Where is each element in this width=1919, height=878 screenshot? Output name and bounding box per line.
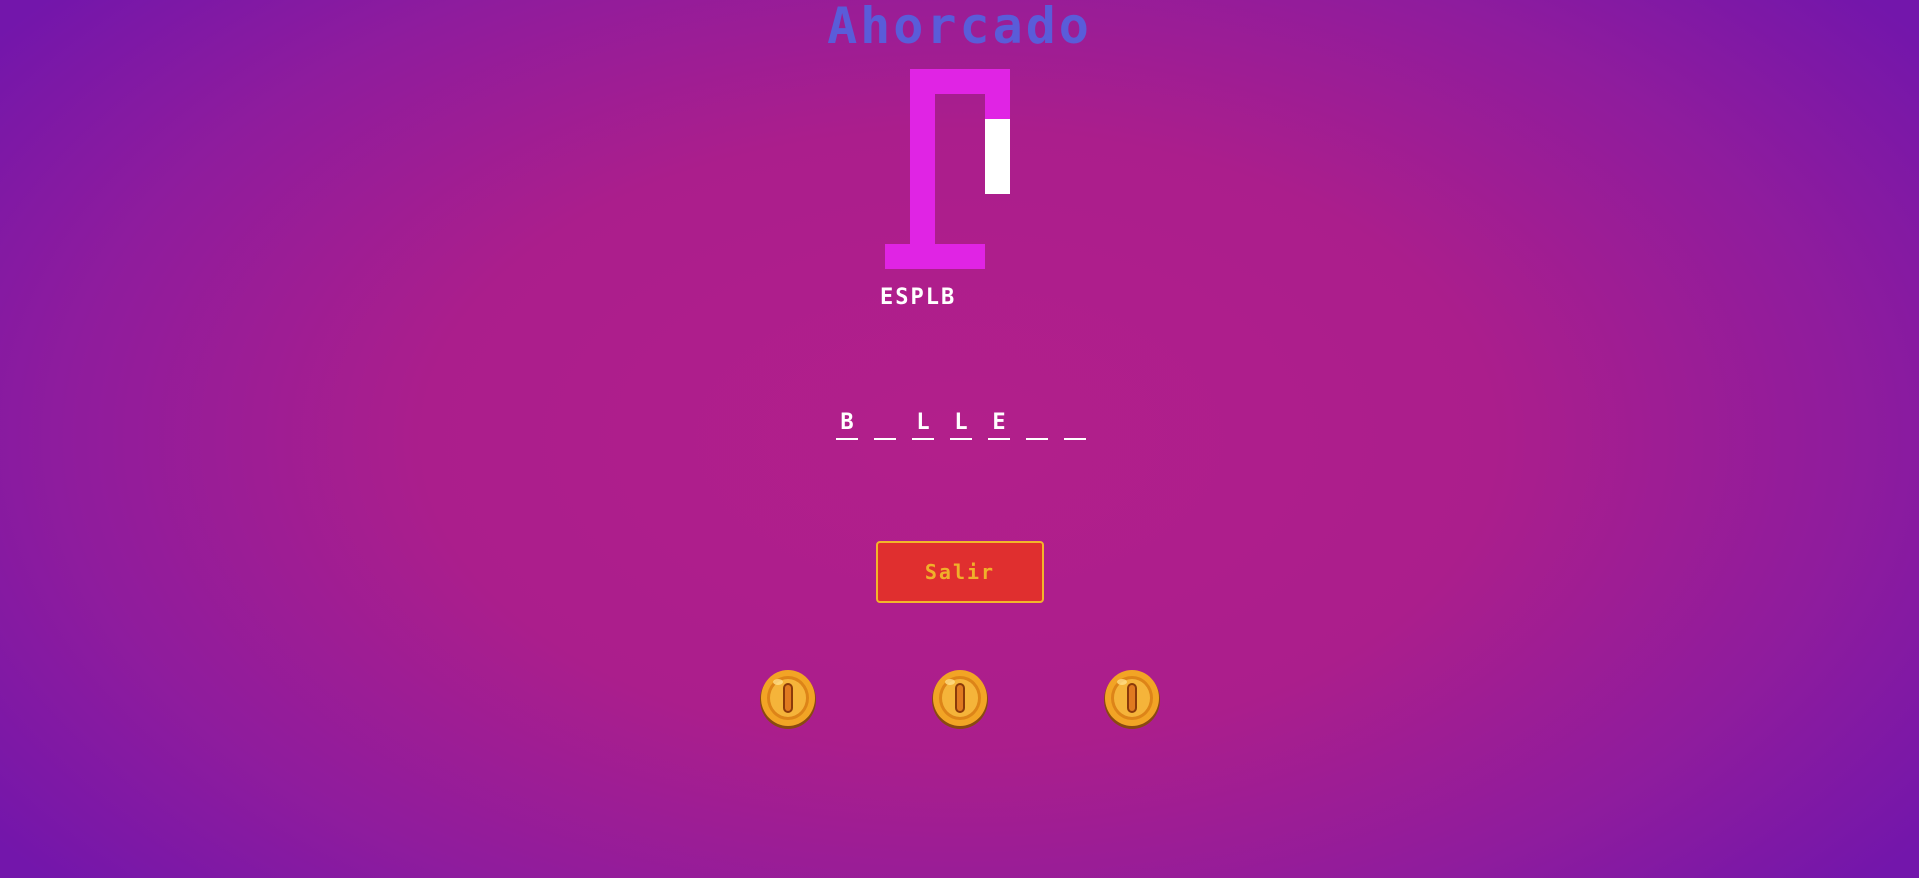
coin-icon-graphic: [760, 670, 816, 729]
letter-slot: B: [836, 408, 858, 440]
coin-row: [0, 668, 1919, 732]
letter-slot: L: [950, 408, 972, 440]
letter-slot: [874, 408, 896, 440]
coin-icon[interactable]: [930, 668, 990, 730]
game-title: Ahorcado: [827, 0, 1092, 55]
coin-icon[interactable]: [1102, 668, 1162, 730]
coin-icon-graphic: [1104, 670, 1160, 729]
letter-slot: L: [912, 408, 934, 440]
gallows-base: [885, 244, 985, 269]
gallows-hook: [985, 94, 1010, 119]
letter-slot: E: [988, 408, 1010, 440]
coin-icon[interactable]: [758, 668, 818, 730]
exit-button[interactable]: Salir: [876, 541, 1044, 603]
coin-icon-graphic: [932, 670, 988, 729]
gallows-rope: [985, 119, 1010, 194]
hidden-word: B L L E: [836, 408, 1086, 448]
letter-slot: [1064, 408, 1086, 440]
letter-slot: [1026, 408, 1048, 440]
used-letters: ESPLB: [880, 285, 957, 310]
gallows-pole: [910, 69, 935, 244]
gallows-beam: [910, 69, 1010, 94]
